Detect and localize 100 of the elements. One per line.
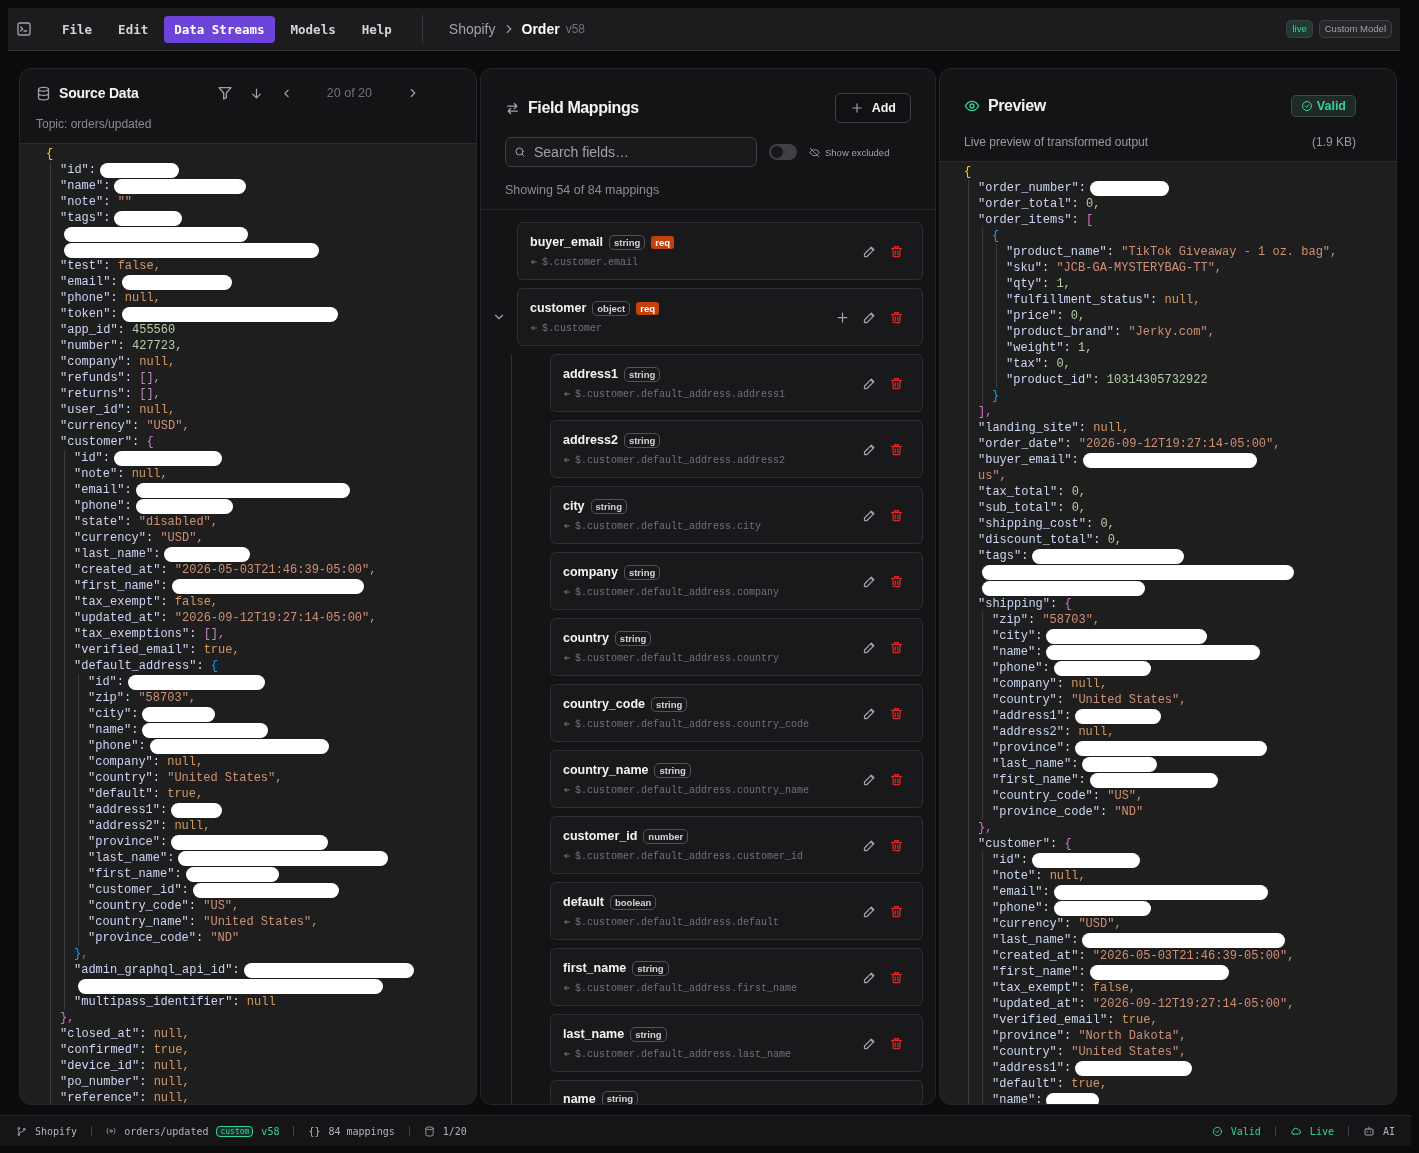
type-tag: string bbox=[590, 498, 627, 514]
type-tag: string bbox=[608, 234, 646, 250]
mapping-card[interactable]: address1 string $.customer.default_address.address1 bbox=[550, 354, 923, 412]
version-label: v58 bbox=[565, 22, 585, 36]
field-name: last_name bbox=[563, 1027, 625, 1041]
mapping-card[interactable]: company string $.customer.default_address.company bbox=[550, 552, 923, 610]
code-line: "province": bbox=[88, 835, 168, 849]
code-line: "state": "disabled", bbox=[74, 515, 219, 529]
pencil-icon[interactable] bbox=[862, 837, 877, 853]
summary-text: Showing 54 of 84 mappings bbox=[481, 167, 935, 210]
mapping-card[interactable]: country_name string $.customer.default_address.country_name bbox=[550, 750, 923, 808]
source-path: $.customer.default_address.company bbox=[575, 586, 780, 598]
pencil-icon[interactable] bbox=[862, 969, 877, 985]
code-line: "id": bbox=[88, 675, 124, 689]
pencil-icon[interactable] bbox=[862, 243, 877, 259]
code-line: "country_code": "US", bbox=[992, 789, 1144, 803]
pencil-icon[interactable] bbox=[862, 309, 877, 325]
mapping-card[interactable]: city string $.customer.default_address.city bbox=[550, 486, 923, 544]
code-line: "default": true, bbox=[992, 1077, 1108, 1091]
pencil-icon[interactable] bbox=[862, 1035, 877, 1051]
menu-item[interactable]: Data Streams bbox=[164, 15, 275, 43]
code-line: "address1": bbox=[992, 709, 1072, 723]
trash-icon[interactable] bbox=[889, 903, 904, 919]
menu-item[interactable]: Help bbox=[351, 15, 402, 43]
trash-icon[interactable] bbox=[889, 507, 904, 523]
menu-item[interactable]: Models bbox=[280, 15, 346, 43]
trash-icon[interactable] bbox=[889, 309, 904, 325]
code-line: { bbox=[46, 147, 54, 161]
trash-icon[interactable] bbox=[889, 705, 904, 721]
arrow-left-icon bbox=[563, 522, 571, 530]
pencil-icon[interactable] bbox=[862, 639, 877, 655]
mapping-card[interactable]: first_name string $.customer.default_address.first_name bbox=[550, 948, 923, 1006]
pencil-icon[interactable] bbox=[862, 375, 877, 391]
code-line: "note": null, bbox=[74, 467, 168, 481]
code-line: "qty": 1, bbox=[1006, 277, 1071, 291]
trash-icon[interactable] bbox=[889, 1035, 904, 1051]
source-path: $.customer.email bbox=[542, 256, 638, 268]
menu-item[interactable]: Edit bbox=[108, 15, 159, 43]
mapping-card[interactable]: buyer_email string req $.customer.email bbox=[517, 222, 923, 280]
code-line: "country_code": "US", bbox=[88, 899, 240, 913]
plus-icon[interactable] bbox=[835, 309, 850, 325]
mapping-card[interactable]: default boolean $.customer.default_address.default bbox=[550, 882, 923, 940]
code-line: "updated_at": "2026-09-12T19:27:14-05:00", bbox=[74, 611, 377, 625]
search-field[interactable]: Search fields… bbox=[505, 137, 757, 167]
pencil-icon[interactable] bbox=[862, 705, 877, 721]
code-line: "email": bbox=[60, 275, 118, 289]
type-tag: object bbox=[592, 300, 631, 316]
trash-icon[interactable] bbox=[889, 969, 904, 985]
code-line: { bbox=[992, 229, 1000, 243]
pencil-icon[interactable] bbox=[862, 441, 877, 457]
mapping-card[interactable]: country_code string $.customer.default_address.country_code bbox=[550, 684, 923, 742]
trash-icon[interactable] bbox=[889, 243, 904, 259]
size-label: (1.9 KB) bbox=[1312, 135, 1356, 149]
code-line: "tags": bbox=[60, 211, 111, 225]
mapping-card[interactable]: customer object req $.customer bbox=[517, 288, 923, 346]
code-line: "first_name": bbox=[992, 965, 1086, 979]
pencil-icon[interactable] bbox=[862, 507, 877, 523]
arrow-left-icon bbox=[563, 984, 571, 992]
trash-icon[interactable] bbox=[889, 837, 904, 853]
code-line: "email": bbox=[992, 885, 1050, 899]
trash-icon[interactable] bbox=[889, 639, 904, 655]
add-button[interactable]: Add bbox=[834, 93, 911, 123]
arrow-left-icon bbox=[563, 588, 571, 596]
pencil-icon[interactable] bbox=[862, 771, 877, 787]
pencil-icon[interactable] bbox=[862, 573, 877, 589]
menu-item[interactable]: File bbox=[52, 15, 103, 43]
breadcrumb-link[interactable]: Shopify bbox=[448, 21, 496, 37]
field-name: default bbox=[563, 895, 604, 909]
pencil-icon[interactable] bbox=[862, 903, 877, 919]
code-line: "last_name": bbox=[88, 851, 175, 865]
mapping-card[interactable]: last_name string $.customer.default_address.last_name bbox=[550, 1014, 923, 1072]
code-line: "refunds": [], bbox=[60, 371, 161, 385]
trash-icon[interactable] bbox=[889, 441, 904, 457]
trash-icon[interactable] bbox=[889, 771, 904, 787]
type-tag: string bbox=[623, 366, 661, 382]
arrow-left-icon bbox=[563, 456, 571, 464]
code-line: "created_at": "2026-05-03T21:46:39-05:00", bbox=[74, 563, 377, 577]
required-tag: req bbox=[651, 235, 675, 249]
type-tag: string bbox=[632, 960, 669, 976]
source-path: $.customer.default_address.default bbox=[575, 916, 780, 928]
trash-icon[interactable] bbox=[889, 375, 904, 391]
arrow-left-icon bbox=[563, 720, 571, 728]
code-line: "shipping": { bbox=[978, 597, 1072, 611]
code-line: "customer": { bbox=[60, 435, 154, 449]
mapping-card[interactable]: customer_id number $.customer.default_address.customer_id bbox=[550, 816, 923, 874]
code-line: "verified_email": true, bbox=[992, 1013, 1158, 1027]
code-line: "number": 427723, bbox=[60, 339, 183, 353]
mapping-card[interactable]: country string $.customer.default_address.country bbox=[550, 618, 923, 676]
braces-mark: {} bbox=[308, 1125, 321, 1137]
code-line: "last_name": bbox=[992, 757, 1079, 771]
filter-icon[interactable] bbox=[216, 85, 233, 101]
code-line: "sku": "JCB-GA-MYSTERYBAG-TT", bbox=[1006, 261, 1223, 275]
type-tag: string bbox=[601, 1091, 639, 1104]
source-path: $.customer.default_address.customer_id bbox=[575, 850, 804, 862]
mapping-card[interactable]: address2 string $.customer.default_address.address2 bbox=[550, 420, 923, 478]
trash-icon[interactable] bbox=[889, 573, 904, 589]
mapping-card[interactable]: name string bbox=[550, 1080, 923, 1104]
terminal-icon bbox=[16, 21, 32, 37]
toggle-switch[interactable] bbox=[769, 144, 797, 160]
code-line: "province": "North Dakota", bbox=[992, 1029, 1187, 1043]
